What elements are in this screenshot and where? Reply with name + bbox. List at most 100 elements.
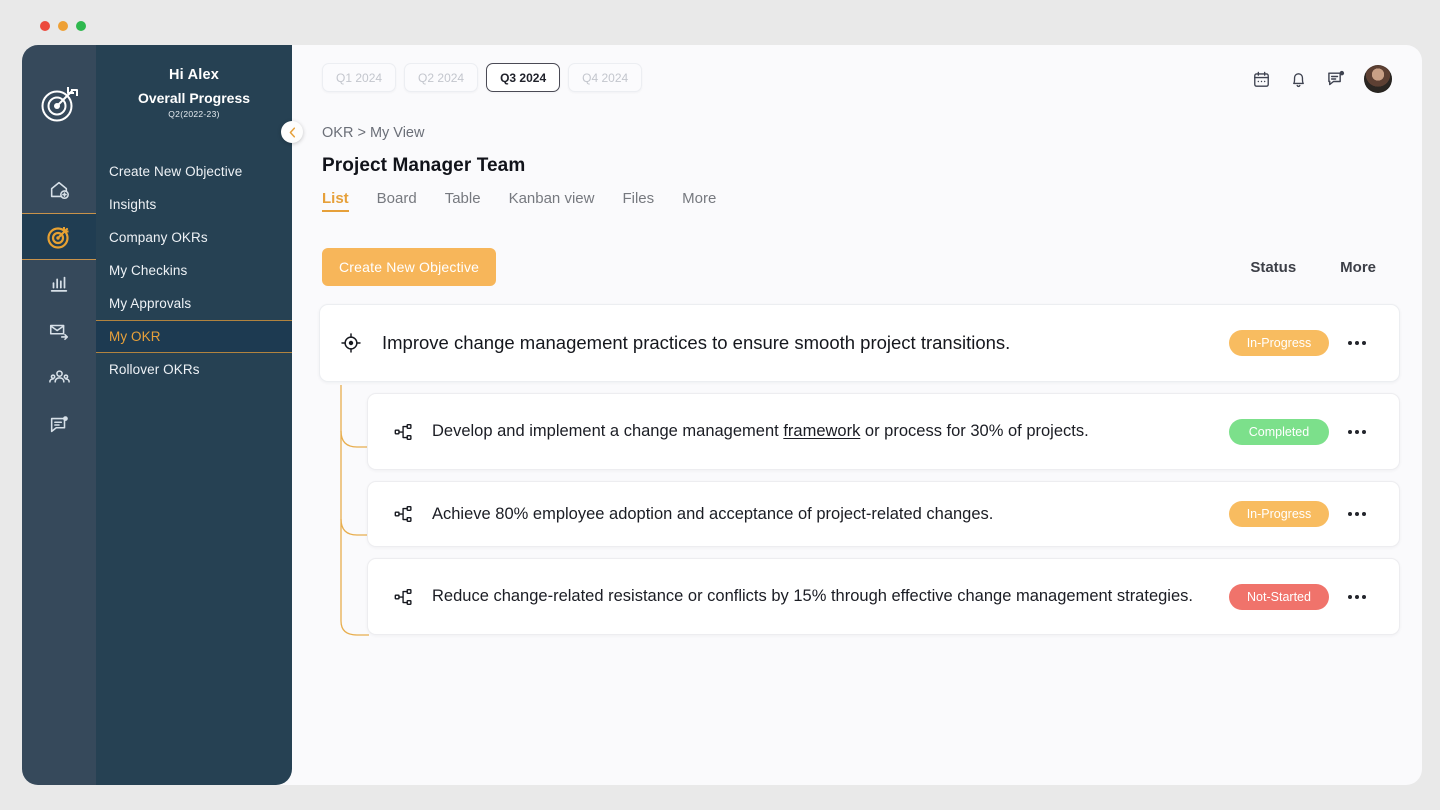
quarter-tab-q2[interactable]: Q2 2024 xyxy=(404,63,479,92)
overall-progress-label: Overall Progress xyxy=(137,90,251,106)
quarter-tab-q3[interactable]: Q3 2024 xyxy=(486,63,561,92)
ellipsis-dot xyxy=(1348,594,1352,599)
key-result-status-wrap: Completed xyxy=(1229,418,1329,445)
nav-item-label: My Checkins xyxy=(109,263,188,278)
bell-icon[interactable] xyxy=(1289,70,1308,89)
sidebar-item-okr[interactable] xyxy=(22,213,96,260)
ellipsis-dot xyxy=(1355,341,1359,345)
key-result-more-button[interactable] xyxy=(1329,512,1385,516)
key-result-card[interactable]: Develop and implement a change managemen… xyxy=(367,393,1400,470)
tab-board[interactable]: Board xyxy=(377,190,417,212)
ellipsis-dot xyxy=(1348,341,1352,345)
nav-panel: Hi Alex Overall Progress Q2(2022-23) Cre… xyxy=(96,45,303,785)
chevron-left-icon xyxy=(289,126,295,138)
create-new-objective-button[interactable]: Create New Objective xyxy=(322,248,497,286)
nav-item-create-new-objective[interactable]: Create New Objective xyxy=(96,155,292,188)
avatar[interactable] xyxy=(1364,65,1392,93)
quarter-tab-q4[interactable]: Q4 2024 xyxy=(568,63,643,92)
key-result-text: Develop and implement a change managemen… xyxy=(432,418,1229,444)
nav-item-company-okrs[interactable]: Company OKRs xyxy=(96,221,292,254)
key-result-status-wrap: Not-Started xyxy=(1229,583,1329,610)
nav-item-my-approvals[interactable]: My Approvals xyxy=(96,287,292,320)
kr-text-after: or process for 30% of projects. xyxy=(860,422,1089,441)
action-row: Create New Objective Status More xyxy=(270,212,1422,286)
maximize-window-button[interactable] xyxy=(76,21,86,31)
hierarchy-icon xyxy=(376,503,432,525)
status-badge[interactable]: In-Progress xyxy=(1229,330,1329,356)
desktop-background: Hi Alex Overall Progress Q2(2022-23) Cre… xyxy=(0,0,1440,810)
app-window: Hi Alex Overall Progress Q2(2022-23) Cre… xyxy=(22,45,1422,785)
nav-item-label: My OKR xyxy=(109,329,161,344)
nav-item-insights[interactable]: Insights xyxy=(96,188,292,221)
tab-more[interactable]: More xyxy=(682,190,716,212)
objective-text: Improve change management practices to e… xyxy=(382,332,1011,354)
icon-rail xyxy=(22,45,96,785)
header-icons xyxy=(1252,63,1392,93)
notification-badge xyxy=(1339,70,1345,76)
nav-item-rollover-okrs[interactable]: Rollover OKRs xyxy=(96,353,292,386)
quarter-tabs: Q1 2024 Q2 2024 Q3 2024 Q4 2024 xyxy=(322,63,643,92)
nav-list: Create New Objective Insights Company OK… xyxy=(96,155,292,386)
ellipsis-dot xyxy=(1348,429,1352,434)
key-results-group: Develop and implement a change managemen… xyxy=(319,385,1400,636)
ellipsis-dot xyxy=(1348,512,1352,516)
column-headers: Status More xyxy=(1250,259,1422,276)
nav-item-label: Rollover OKRs xyxy=(109,362,200,377)
collapse-sidebar-button[interactable] xyxy=(281,121,303,143)
tab-kanban-view[interactable]: Kanban view xyxy=(509,190,595,212)
nav-item-label: Create New Objective xyxy=(109,164,243,179)
hierarchy-icon xyxy=(376,421,432,443)
message-icon[interactable] xyxy=(1326,69,1346,89)
nav-item-label: My Approvals xyxy=(109,296,192,311)
main-content: Q1 2024 Q2 2024 Q3 2024 Q4 2024 OKR > My… xyxy=(270,45,1422,785)
key-result-card[interactable]: Reduce change-related resistance or conf… xyxy=(367,558,1400,635)
nav-item-label: Insights xyxy=(109,197,157,212)
minimize-window-button[interactable] xyxy=(58,21,68,31)
close-window-button[interactable] xyxy=(40,21,50,31)
tab-table[interactable]: Table xyxy=(445,190,481,212)
ellipsis-dot xyxy=(1355,429,1359,434)
greeting-text: Hi Alex xyxy=(168,67,220,83)
ellipsis-dot xyxy=(1355,512,1359,516)
sidebar-item-team[interactable] xyxy=(22,354,96,401)
target-logo-icon[interactable] xyxy=(22,63,96,145)
quarter-tab-q1[interactable]: Q1 2024 xyxy=(322,63,397,92)
nav-item-my-checkins[interactable]: My Checkins xyxy=(96,254,292,287)
ellipsis-dot xyxy=(1355,594,1359,599)
kr-text-before: Develop and implement a change managemen… xyxy=(432,422,784,441)
sidebar-item-home-add[interactable] xyxy=(22,166,96,213)
tab-list[interactable]: List xyxy=(322,190,349,212)
status-badge[interactable]: Completed xyxy=(1229,418,1329,445)
breadcrumb[interactable]: OKR > My View xyxy=(270,117,1422,141)
nav-item-my-okr[interactable]: My OKR xyxy=(96,320,292,353)
ellipsis-dot xyxy=(1362,512,1366,516)
calendar-icon[interactable] xyxy=(1252,70,1271,89)
status-badge[interactable]: Not-Started xyxy=(1229,583,1329,610)
key-result-text: Achieve 80% employee adoption and accept… xyxy=(432,504,994,523)
kr-text-link[interactable]: framework xyxy=(783,422,860,440)
view-tabs: List Board Table Kanban view Files More xyxy=(270,177,1422,212)
page-title: Project Manager Team xyxy=(322,155,526,176)
key-result-card[interactable]: Achieve 80% employee adoption and accept… xyxy=(367,481,1400,547)
window-traffic-lights xyxy=(40,21,86,31)
ellipsis-dot xyxy=(1362,341,1366,345)
nav-header: Hi Alex Overall Progress Q2(2022-23) xyxy=(96,45,292,127)
content-header: Q1 2024 Q2 2024 Q3 2024 Q4 2024 xyxy=(270,45,1422,117)
sidebar-item-mail[interactable] xyxy=(22,307,96,354)
key-result-more-button[interactable] xyxy=(1329,594,1385,599)
sidebar-item-analytics[interactable] xyxy=(22,260,96,307)
key-result-more-button[interactable] xyxy=(1329,429,1385,434)
objective-card[interactable]: Improve change management practices to e… xyxy=(319,304,1400,382)
ellipsis-dot xyxy=(1362,594,1366,599)
tab-files[interactable]: Files xyxy=(622,190,654,212)
sidebar-item-feedback[interactable] xyxy=(22,401,96,448)
okr-list: Improve change management practices to e… xyxy=(270,286,1422,636)
key-result-text: Reduce change-related resistance or conf… xyxy=(432,587,1193,606)
objective-status-wrap: In-Progress xyxy=(1229,330,1329,356)
key-result-status-wrap: In-Progress xyxy=(1229,501,1329,527)
objective-more-button[interactable] xyxy=(1329,341,1385,345)
status-badge[interactable]: In-Progress xyxy=(1229,501,1329,527)
nav-item-label: Company OKRs xyxy=(109,230,208,245)
hierarchy-icon xyxy=(376,586,432,608)
ellipsis-dot xyxy=(1362,429,1366,434)
